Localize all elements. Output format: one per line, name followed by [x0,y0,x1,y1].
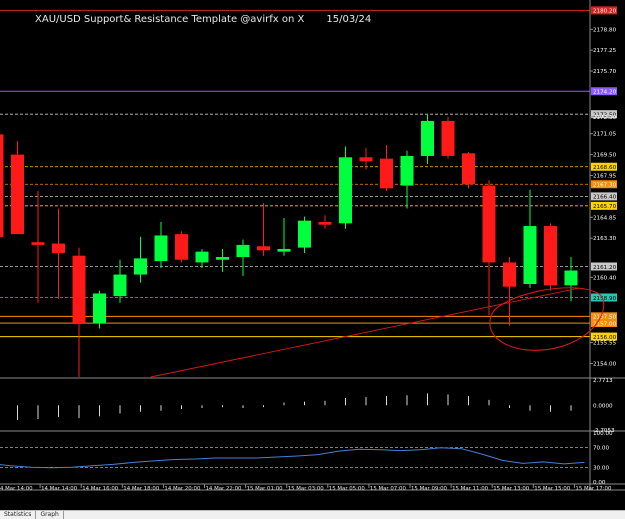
price-level-label: 2158.90 [593,296,617,302]
x-tick-label: 14 Mar 20:00 [164,486,201,492]
price-level-label: 2180.20 [593,9,617,15]
candle-body [52,243,65,253]
candle-body [277,248,291,252]
y-tick-label: 2163.30 [593,236,617,242]
candle-body [0,134,4,237]
price-level-label: 2166.40 [593,195,617,201]
y-tick-label: 2160.40 [593,275,617,281]
candle-body [113,274,127,297]
x-tick-label: 15 Mar 17:00 [575,486,612,492]
x-tick-label: 15 Mar 13:00 [493,486,530,492]
price-level-label: 2165.70 [593,204,617,210]
candle-body [359,157,373,162]
candle-body [175,234,188,260]
price-level-label: 2174.20 [593,90,617,96]
x-tick-label: 14 Mar 18:00 [123,486,160,492]
y-tick-label: 2164.85 [593,215,617,221]
y-tick-label: 2177.25 [593,48,617,54]
candle-body [72,255,86,324]
candle-body [523,226,537,284]
candle-body [257,246,270,251]
chart-title-text: XAU/USD Support& Resistance Template @av… [35,14,305,25]
x-tick-label: 15 Mar 11:00 [452,486,489,492]
y-tick-label: 2167.95 [593,174,617,180]
price-level-label: 2168.60 [593,165,617,171]
oscillator-tick-label: 70.00 [593,446,609,452]
x-tick-label: 14 Mar 14:00 [41,486,78,492]
candle-body [11,154,24,235]
candle-body [564,270,578,286]
x-tick-label: 15 Mar 07:00 [370,486,407,492]
candle-body [544,226,557,286]
candle-body [216,257,229,260]
candle-body [339,157,352,224]
candle-body [482,185,496,263]
histogram-tick-label: 2.7713 [593,378,613,384]
y-tick-label: 2171.05 [593,132,617,138]
candle-body [441,120,455,156]
y-tick-label: 2169.50 [593,153,617,159]
x-tick-label: 15 Mar 09:00 [411,486,448,492]
y-tick-label: 2175.70 [593,69,617,75]
candle-body [380,158,393,189]
price-level-label: 2167.30 [593,183,617,189]
candle-body [195,251,209,263]
chart-title: XAU/USD Support& Resistance Template @av… [35,14,371,25]
candle-body [318,222,332,225]
oscillator-tick-label: 100.00 [593,431,613,437]
candle-body [154,235,168,262]
price-chart[interactable]: 2180.202174.202172.502168.602167.302166.… [0,0,625,518]
candle-body [93,293,106,324]
price-level-label: 2161.20 [593,265,617,271]
x-tick-label: 15 Mar 01:00 [247,486,284,492]
x-tick-label: 15 Mar 15:00 [534,486,571,492]
x-tick-label: 15 Mar 05:00 [329,486,366,492]
y-tick-label: 2172.30 [593,115,617,121]
candle-body [134,258,147,275]
candle-body [400,155,414,186]
x-tick-label: 15 Mar 03:00 [288,486,325,492]
candle-body [462,153,475,185]
candle-body [421,120,434,156]
y-tick-label: 2154.00 [593,362,617,368]
y-tick-label: 2178.80 [593,27,617,33]
candle-body [298,220,311,248]
candle-body [236,244,250,258]
y-tick-label: 2155.55 [593,341,617,347]
trendline [150,287,580,378]
chart-date: 15/03/24 [326,14,372,25]
candle-body [503,262,516,287]
histogram-tick-label: 0.0000 [593,403,613,409]
oscillator-tick-label: 30.00 [593,465,609,471]
x-tick-label: 4 Mar 14:00 [0,486,33,492]
oscillator-line [0,447,585,469]
candle-body [31,242,45,245]
x-tick-label: 14 Mar 22:00 [206,486,243,492]
x-tick-label: 14 Mar 16:00 [82,486,119,492]
